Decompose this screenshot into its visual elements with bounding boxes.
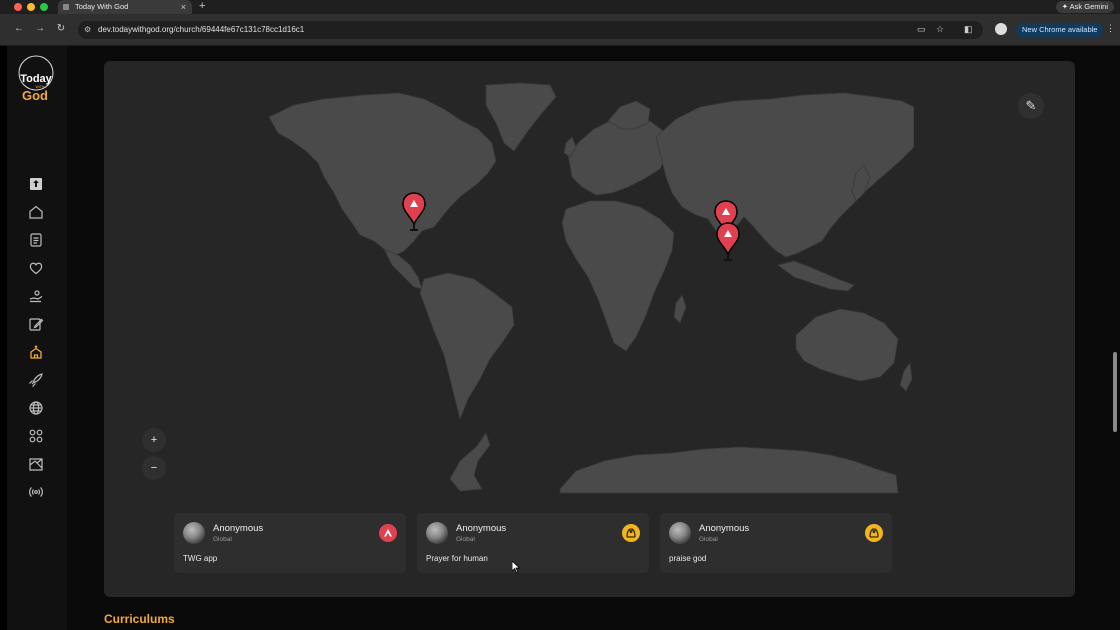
ask-gemini-button[interactable]: ✦ Ask Gemini	[1055, 1, 1114, 13]
browser-toolbar: ← → ↻ ⚙ dev.todaywithgod.org/church/6944…	[0, 14, 1120, 46]
logo-god-text: God	[22, 88, 48, 103]
prayer-text: TWG app	[183, 554, 218, 563]
new-chrome-available-button[interactable]: New Chrome available	[1016, 23, 1104, 37]
url-text: dev.todaywithgod.org/church/69444fe67c13…	[98, 25, 305, 34]
globe-icon[interactable]	[28, 400, 44, 416]
map-icon[interactable]	[28, 456, 44, 472]
sidebar: Today WITH God	[7, 46, 67, 630]
rocket-icon[interactable]	[28, 372, 44, 388]
new-tab-button[interactable]: +	[199, 0, 205, 13]
praise-hands-icon	[622, 524, 640, 542]
heart-icon[interactable]	[28, 260, 44, 276]
maximize-window-button[interactable]	[40, 3, 48, 11]
avatar	[426, 522, 448, 544]
reload-icon[interactable]: ↻	[55, 23, 67, 34]
zoom-out-button[interactable]: −	[142, 456, 166, 480]
prayer-author: Anonymous	[213, 523, 264, 534]
prayer-card[interactable]: Anonymous Global Prayer for human	[417, 513, 649, 573]
edit-note-icon[interactable]	[28, 316, 44, 332]
page-scrollbar[interactable]	[1113, 352, 1117, 432]
prayer-author: Anonymous	[699, 523, 750, 534]
window-edge	[0, 46, 7, 630]
install-app-icon[interactable]: ▭	[917, 24, 926, 35]
map-pin[interactable]	[716, 222, 740, 261]
list-icon[interactable]	[28, 232, 44, 248]
forward-icon[interactable]: →	[34, 23, 46, 34]
back-icon[interactable]: ←	[13, 23, 25, 34]
praise-hands-icon	[865, 524, 883, 542]
tab-title: Today With God	[75, 2, 129, 11]
grid-icon[interactable]	[28, 428, 44, 444]
today-with-god-logo[interactable]: Today WITH God	[18, 55, 54, 105]
prayer-location: Global	[456, 536, 475, 543]
prayer-map-card: ✎ + − Anonymous Global TWG app Anonymous…	[104, 61, 1075, 597]
zoom-in-button[interactable]: +	[142, 428, 166, 452]
prayer-location: Global	[699, 536, 718, 543]
prayer-hands-icon	[379, 524, 397, 542]
prayer-card[interactable]: Anonymous Global TWG app	[174, 513, 406, 573]
ask-gemini-label: Ask Gemini	[1069, 2, 1108, 11]
church-icon[interactable]	[28, 344, 44, 360]
prayer-card[interactable]: Anonymous Global praise god	[660, 513, 892, 573]
profile-avatar[interactable]	[995, 23, 1007, 35]
side-panel-icon[interactable]: ◧	[964, 24, 973, 35]
broadcast-icon[interactable]	[28, 484, 44, 500]
world-map[interactable]	[264, 81, 914, 497]
upload-icon[interactable]	[28, 176, 44, 192]
edit-icon[interactable]: ✎	[1018, 93, 1044, 119]
logo-today-text: Today	[20, 73, 52, 85]
app-viewport: Today WITH God ✎ + − Anonymous Global TW…	[0, 46, 1120, 630]
prayer-text: Prayer for human	[426, 554, 488, 563]
curriculums-heading: Curriculums	[104, 612, 175, 626]
prayer-text: praise god	[669, 554, 707, 563]
map-land	[268, 82, 914, 494]
address-bar[interactable]: ⚙ dev.todaywithgod.org/church/69444fe67c…	[78, 21, 983, 39]
minimize-window-button[interactable]	[27, 3, 35, 11]
bookmark-star-icon[interactable]: ☆	[936, 24, 944, 35]
favicon-icon	[63, 4, 69, 10]
browser-tabstrip: Today With God × + ✦ Ask Gemini	[0, 0, 1120, 14]
home-icon[interactable]	[28, 204, 44, 220]
avatar	[183, 522, 205, 544]
prayer-author: Anonymous	[456, 523, 507, 534]
mouse-cursor-icon	[512, 561, 520, 573]
giving-icon[interactable]	[28, 288, 44, 304]
avatar	[669, 522, 691, 544]
chrome-menu-icon[interactable]: ⋮	[1106, 23, 1115, 34]
tab-close-icon[interactable]: ×	[181, 0, 186, 14]
prayer-location: Global	[213, 536, 232, 543]
site-info-icon[interactable]: ⚙	[84, 25, 91, 34]
close-window-button[interactable]	[14, 3, 22, 11]
browser-tab[interactable]: Today With God ×	[58, 0, 192, 14]
